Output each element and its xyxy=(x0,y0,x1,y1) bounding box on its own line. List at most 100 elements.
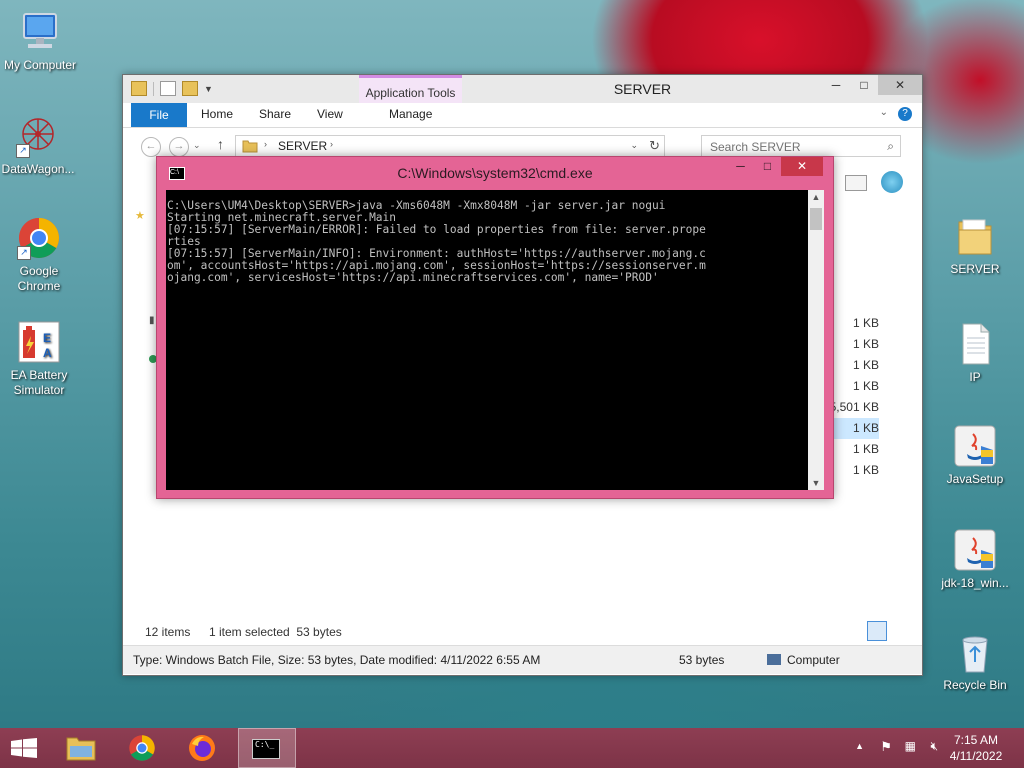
minimize-button[interactable]: ─ xyxy=(822,75,850,95)
refresh-icon[interactable]: ↻ xyxy=(649,138,660,154)
cmd-window[interactable]: C:\ C:\Windows\system32\cmd.exe ─ □ ✕ C:… xyxy=(156,156,834,499)
file-size-cell[interactable]: 1 KB xyxy=(829,418,879,439)
desktop-icon-server-folder[interactable]: SERVER xyxy=(935,214,1015,277)
search-icon[interactable]: ⌕ xyxy=(887,139,894,154)
large-icons-view-button[interactable] xyxy=(891,621,909,639)
java-installer-icon xyxy=(953,528,997,572)
console-output-area[interactable]: C:\Users\UM4\Desktop\SERVER>java -Xms604… xyxy=(166,190,808,490)
shortcut-arrow-icon: ↗ xyxy=(16,144,30,158)
desktop-icon-ea-battery-simulator[interactable]: EA EA Battery Simulator xyxy=(0,320,79,398)
file-size-cell[interactable]: 1 KB xyxy=(829,334,879,355)
desktop-icon-label: JavaSetup xyxy=(946,472,1004,486)
desktop-icon-recycle-bin[interactable]: Recycle Bin xyxy=(935,630,1015,693)
taskbar-chrome[interactable] xyxy=(115,728,171,768)
folder-icon xyxy=(242,140,258,153)
tab-manage[interactable]: Manage xyxy=(389,107,432,121)
file-size-cell[interactable]: 1 KB xyxy=(829,439,879,460)
file-size-column: 1 KB 1 KB 1 KB 1 KB 5,501 KB 1 KB 1 KB 1 KB xyxy=(829,313,879,481)
scroll-up-button[interactable]: ▲ xyxy=(808,192,824,202)
firefox-icon xyxy=(189,735,215,761)
tab-file[interactable]: File xyxy=(131,103,187,127)
desktop-icon-label: jdk-18_win... xyxy=(941,576,1009,590)
volume-muted-icon[interactable]: 🔇︎ xyxy=(930,739,938,754)
desktop-icon-label: DataWagon... xyxy=(1,162,75,176)
details-view-button[interactable] xyxy=(867,621,887,641)
tab-home[interactable]: Home xyxy=(201,107,233,121)
chevron-down-icon[interactable]: ⌄ xyxy=(630,140,638,151)
status-bar-top: 12 items 1 item selected 53 bytes xyxy=(123,621,922,643)
window-controls: ─ □ ✕ xyxy=(822,75,922,95)
shortcut-arrow-icon: ↗ xyxy=(17,246,31,260)
vertical-scrollbar[interactable]: ▲ ▼ xyxy=(808,190,824,490)
desktop-icon-datawagon[interactable]: ↗ DataWagon... xyxy=(0,114,78,177)
tab-view[interactable]: View xyxy=(317,107,343,121)
chevron-right-icon[interactable]: › xyxy=(330,139,333,149)
breadcrumb[interactable]: SERVER xyxy=(278,139,327,153)
desktop-icon-ip-file[interactable]: IP xyxy=(935,322,1015,385)
taskbar: C:\_ ▲ ⚑ ▦ 🔇︎ 7:15 AM 4/11/2022 xyxy=(0,728,1024,768)
file-details: Type: Windows Batch File, Size: 53 bytes… xyxy=(133,653,541,667)
desktop-icon-label: SERVER xyxy=(950,262,1000,276)
explorer-titlebar[interactable]: ▼ Application Tools SERVER ─ □ ✕ xyxy=(123,75,922,131)
chevron-down-icon[interactable]: ⌄ xyxy=(880,107,888,118)
desktop-icon-jdk[interactable]: jdk-18_win... xyxy=(935,528,1015,591)
show-hidden-icons-button[interactable]: ▲ xyxy=(855,741,864,751)
console-text: C:\Users\UM4\Desktop\SERVER>java -Xms604… xyxy=(167,199,706,284)
desktop-icon-label: IP xyxy=(969,370,981,384)
file-size-cell[interactable]: 1 KB xyxy=(829,460,879,481)
computer-icon xyxy=(767,654,781,665)
location: Computer xyxy=(787,653,840,667)
back-button[interactable]: ← xyxy=(141,137,161,157)
svg-text:E: E xyxy=(43,331,51,345)
close-button[interactable]: ✕ xyxy=(878,75,922,95)
close-button[interactable]: ✕ xyxy=(781,157,823,176)
chevron-down-icon[interactable]: ⌄ xyxy=(193,140,201,151)
console-icon: C:\_ xyxy=(252,739,280,759)
search-box[interactable]: ⌕ xyxy=(701,135,901,157)
file-size: 53 bytes xyxy=(679,653,725,667)
taskbar-firefox[interactable] xyxy=(176,728,232,768)
clock[interactable]: 7:15 AM 4/11/2022 xyxy=(946,732,1006,764)
desktop-icon-google-chrome[interactable]: ↗ Google Chrome xyxy=(0,216,79,294)
java-installer-icon xyxy=(953,424,997,468)
chrome-icon xyxy=(129,735,155,761)
star-icon: ★ xyxy=(135,210,145,222)
desktop-icon-label: Google Chrome xyxy=(17,264,61,293)
desktop-icon-javasetup[interactable]: JavaSetup xyxy=(935,424,1015,487)
tab-share[interactable]: Share xyxy=(259,107,291,121)
chrome-icon: ↗ xyxy=(17,216,61,260)
desktop-icon-label: My Computer xyxy=(3,58,77,72)
file-size-cell[interactable]: 1 KB xyxy=(829,355,879,376)
desktop-icon-label: EA Battery Simulator xyxy=(10,368,68,397)
action-center-flag-icon[interactable]: ⚑ xyxy=(880,739,892,755)
preview-pane-icon[interactable] xyxy=(845,175,867,191)
recycle-bin-icon xyxy=(953,630,997,674)
taskbar-file-explorer[interactable] xyxy=(53,728,109,768)
start-button[interactable] xyxy=(0,728,48,768)
window-title: SERVER xyxy=(613,81,672,97)
ribbon-tabs: File Home Share View Manage ⌄ ? xyxy=(123,103,922,128)
desktop-icon-label: Recycle Bin xyxy=(943,678,1007,692)
maximize-button[interactable]: □ xyxy=(850,75,878,95)
file-size-cell[interactable]: 1 KB xyxy=(829,313,879,334)
chevron-right-icon[interactable]: › xyxy=(264,139,267,149)
address-bar[interactable]: › SERVER › ⌄ ↻ xyxy=(235,135,665,157)
maximize-button[interactable]: □ xyxy=(754,157,781,176)
desktop-icon-my-computer[interactable]: My Computer xyxy=(0,10,80,73)
scrollbar-thumb[interactable] xyxy=(810,208,822,230)
minimize-button[interactable]: ─ xyxy=(727,157,754,176)
help-icon[interactable]: ? xyxy=(898,107,912,121)
cmd-titlebar[interactable]: C:\ C:\Windows\system32\cmd.exe ─ □ ✕ xyxy=(157,157,833,190)
file-size-cell[interactable]: 5,501 KB xyxy=(829,397,879,418)
details-pane-icon[interactable] xyxy=(881,171,903,193)
file-size-cell[interactable]: 1 KB xyxy=(829,376,879,397)
battery-simulator-icon: EA xyxy=(17,320,61,364)
forward-button[interactable]: → xyxy=(169,137,189,157)
taskbar-cmd[interactable]: C:\_ xyxy=(238,728,296,768)
network-icon[interactable]: ▦ xyxy=(905,739,916,753)
search-input[interactable] xyxy=(708,139,872,155)
window-controls: ─ □ ✕ xyxy=(727,157,823,176)
scroll-down-button[interactable]: ▼ xyxy=(808,478,824,488)
up-arrow-icon[interactable]: ↑ xyxy=(217,136,224,152)
folder-icon xyxy=(66,737,96,761)
